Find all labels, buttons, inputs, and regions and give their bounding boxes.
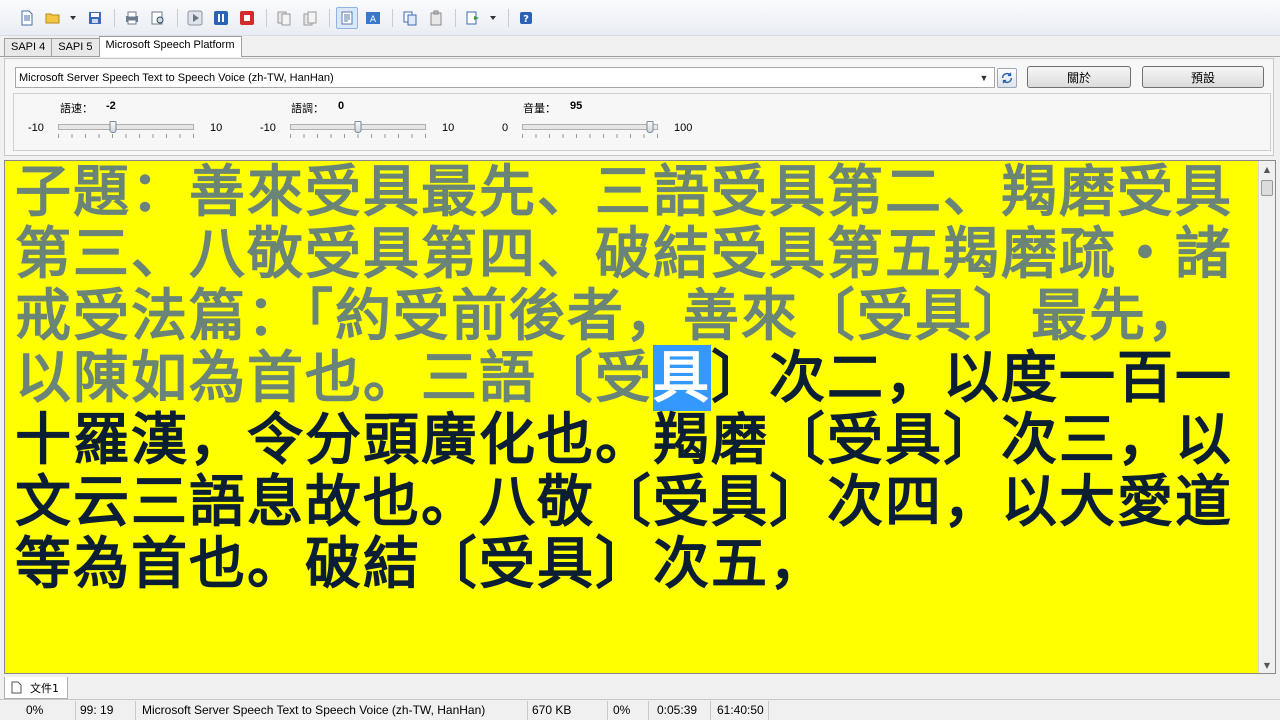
pitch-slider-thumb[interactable] bbox=[354, 121, 362, 133]
print-icon[interactable] bbox=[121, 7, 143, 29]
svg-text:?: ? bbox=[523, 14, 529, 25]
document-icon bbox=[11, 681, 22, 694]
prev-page-icon[interactable] bbox=[273, 7, 295, 29]
new-document-icon[interactable] bbox=[16, 7, 38, 29]
document-tab[interactable]: 文件1 bbox=[4, 677, 68, 699]
paste-icon[interactable] bbox=[425, 7, 447, 29]
volume-label: 音量： bbox=[523, 102, 556, 115]
open-dropdown-icon[interactable] bbox=[68, 7, 78, 29]
rate-max: 10 bbox=[210, 122, 223, 134]
save-icon[interactable] bbox=[84, 7, 106, 29]
toolbar-separator bbox=[329, 8, 330, 27]
next-page-icon[interactable] bbox=[299, 7, 321, 29]
pitch-slider[interactable] bbox=[290, 121, 426, 133]
rate-slider[interactable] bbox=[58, 121, 194, 133]
scroll-up-icon[interactable]: ▲ bbox=[1259, 161, 1275, 177]
print-preview-icon[interactable] bbox=[147, 7, 169, 29]
pitch-value: 0 bbox=[338, 100, 345, 112]
about-button[interactable]: 關於 bbox=[1027, 66, 1131, 88]
export-audio-icon[interactable] bbox=[462, 7, 484, 29]
rate-ticks bbox=[58, 134, 194, 138]
pitch-ticks bbox=[290, 134, 426, 138]
text-mode-icon[interactable]: A bbox=[362, 7, 384, 29]
status-bar: 0% 99: 19 Microsoft Server Speech Text t… bbox=[0, 701, 1280, 720]
status-percent: 0% bbox=[26, 701, 76, 720]
volume-slider-thumb[interactable] bbox=[646, 121, 654, 133]
document-text[interactable]: 子題：善來受具最先、三語受具第二、羯磨受具第三、八敬受具第四、破結受具第五羯磨疏… bbox=[15, 161, 1251, 595]
stop-icon[interactable] bbox=[236, 7, 258, 29]
volume-min: 0 bbox=[502, 122, 509, 134]
status-total: 61:40:50 bbox=[717, 701, 769, 720]
status-size: 670 KB bbox=[532, 701, 608, 720]
toolbar-separator bbox=[177, 8, 178, 27]
follow-reading-icon[interactable] bbox=[336, 6, 358, 29]
toolbar-separator bbox=[455, 8, 456, 27]
scroll-down-icon[interactable]: ▼ bbox=[1259, 657, 1275, 673]
rate-label: 語速： bbox=[60, 102, 93, 115]
rate-slider-thumb[interactable] bbox=[109, 121, 117, 133]
toolbar-separator bbox=[392, 8, 393, 27]
refresh-button[interactable] bbox=[997, 68, 1017, 88]
volume-max: 100 bbox=[674, 122, 693, 134]
open-folder-icon[interactable] bbox=[42, 7, 64, 29]
volume-ticks bbox=[522, 134, 658, 138]
toolbar-separator bbox=[114, 8, 115, 27]
rate-min: -10 bbox=[28, 122, 44, 134]
status-progress: 0% bbox=[613, 701, 649, 720]
toolbar-separator bbox=[266, 8, 267, 27]
voice-settings-panel: Microsoft Server Speech Text to Speech V… bbox=[4, 58, 1274, 156]
help-icon[interactable]: ? bbox=[515, 7, 537, 29]
copy-icon[interactable] bbox=[399, 7, 421, 29]
svg-text:A: A bbox=[370, 15, 377, 25]
volume-value: 95 bbox=[570, 100, 583, 112]
document-tab-label: 文件1 bbox=[30, 681, 59, 695]
pitch-label: 語調： bbox=[291, 102, 324, 115]
voice-select[interactable]: Microsoft Server Speech Text to Speech V… bbox=[15, 67, 995, 88]
status-elapsed: 0:05:39 bbox=[657, 701, 711, 720]
default-button[interactable]: 預設 bbox=[1142, 66, 1264, 88]
toolbar-separator bbox=[508, 8, 509, 27]
tab-sapi4[interactable]: SAPI 4 bbox=[4, 38, 53, 56]
status-position: 99: 19 bbox=[80, 701, 136, 720]
chevron-down-icon[interactable]: ▼ bbox=[977, 71, 991, 85]
tab-sapi5[interactable]: SAPI 5 bbox=[51, 38, 100, 56]
engine-tabs: SAPI 4 SAPI 5 Microsoft Speech Platform bbox=[0, 36, 1280, 57]
text-editor[interactable]: 子題：善來受具最先、三語受具第二、羯磨受具第三、八敬受具第四、破結受具第五羯磨疏… bbox=[4, 160, 1276, 674]
pitch-min: -10 bbox=[260, 122, 276, 134]
document-tabs: 文件1 bbox=[0, 676, 1280, 700]
pitch-max: 10 bbox=[442, 122, 455, 134]
scrollbar-thumb[interactable] bbox=[1261, 180, 1273, 196]
slider-group: 語速： -2 -10 10 語調： 0 -10 10 音量： 95 0 100 bbox=[13, 93, 1271, 151]
volume-slider[interactable] bbox=[522, 121, 658, 133]
voice-select-value: Microsoft Server Speech Text to Speech V… bbox=[19, 71, 334, 84]
status-voice: Microsoft Server Speech Text to Speech V… bbox=[142, 701, 528, 720]
toolbar: A ? bbox=[0, 0, 1280, 36]
refresh-icon bbox=[1001, 72, 1013, 84]
play-icon[interactable] bbox=[184, 7, 206, 29]
tab-speech-platform[interactable]: Microsoft Speech Platform bbox=[98, 36, 242, 57]
export-dropdown-icon[interactable] bbox=[488, 7, 498, 29]
vertical-scrollbar[interactable]: ▲ ▼ bbox=[1258, 161, 1275, 673]
rate-value: -2 bbox=[106, 100, 116, 112]
current-word-highlight: 具 bbox=[653, 345, 711, 411]
pause-icon[interactable] bbox=[210, 7, 232, 29]
